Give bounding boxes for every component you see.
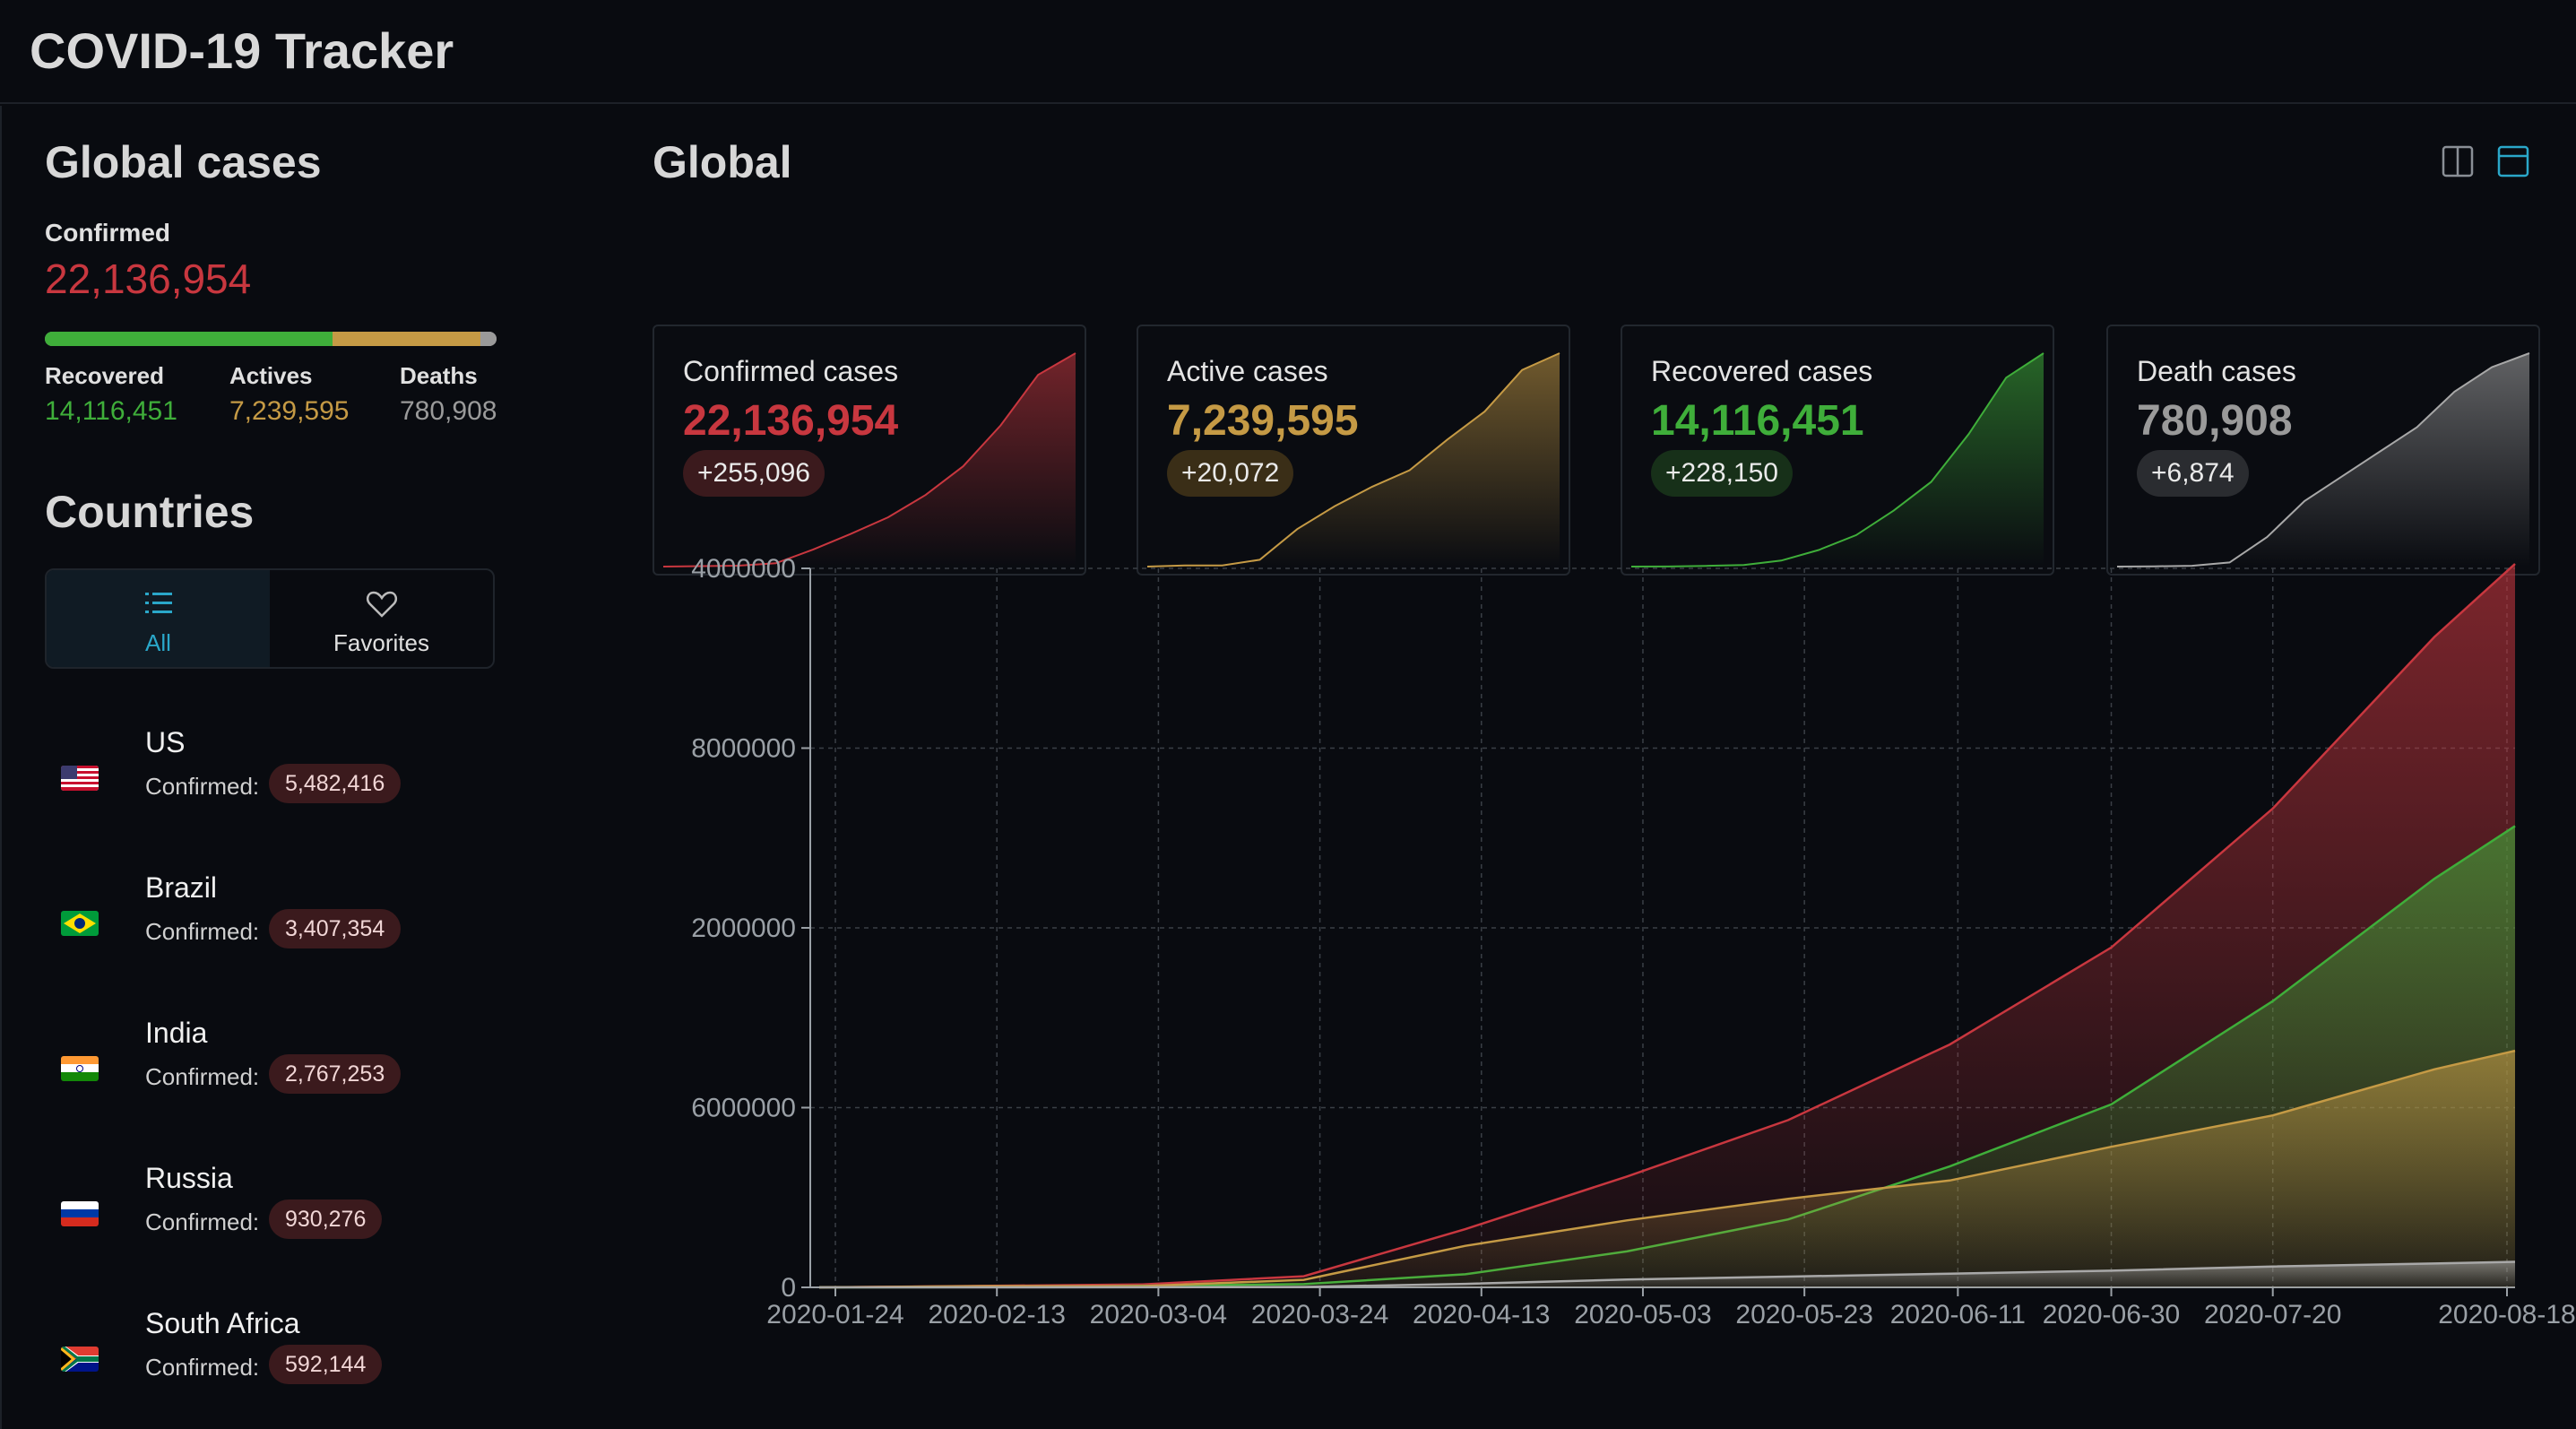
confirmed-label: Confirmed: (145, 1208, 260, 1235)
x-tick-label: 2020-07-20 (2204, 1300, 2341, 1329)
x-tick-label: 2020-05-03 (1574, 1300, 1711, 1329)
russia-flag-icon (61, 1201, 99, 1226)
deaths-value: 780,908 (400, 396, 497, 426)
global-cases-chart: 4000000 8000000 2000000 6000000 02020-01-24 2… (691, 554, 2576, 1329)
country-name: India (145, 1017, 208, 1049)
tab-favorites[interactable]: Favorites (270, 570, 493, 667)
tab-favorites-label: Favorites (333, 629, 429, 656)
x-tick-label: 2020-08-18 (2438, 1300, 2575, 1329)
x-tick-label: 2020-04-13 (1413, 1300, 1550, 1329)
country-name: Brazil (145, 871, 218, 904)
top-bar: COVID-19 Tracker (0, 0, 2576, 104)
actives-label: Actives (229, 362, 313, 389)
card-value: 22,136,954 (683, 397, 899, 445)
confirmed-label: Confirmed: (145, 1354, 260, 1381)
card-title: Recovered cases (1651, 355, 1873, 387)
confirmed-badge: 3,407,354 (269, 909, 402, 948)
progress-recovered-segment (45, 332, 333, 346)
x-tick-label: 2020-05-23 (1735, 1300, 1872, 1329)
confirmed-label: Confirmed: (145, 773, 260, 800)
country-name: South Africa (145, 1307, 300, 1339)
progress-active-segment (333, 332, 481, 346)
confirmed-badge: 930,276 (269, 1199, 383, 1239)
confirmed-label: Confirmed: (145, 918, 260, 945)
recovered-value: 14,116,451 (45, 396, 177, 426)
cases-progress-bar (45, 332, 497, 346)
india-flag-icon (61, 1056, 99, 1081)
split-layout-icon[interactable] (2442, 145, 2474, 178)
country-name: Russia (145, 1162, 233, 1194)
card-title: Active cases (1167, 355, 1328, 387)
tab-all-label: All (145, 629, 171, 656)
card-title: Confirmed cases (683, 355, 899, 387)
x-tick-label: 2020-02-13 (928, 1300, 1065, 1329)
y-tick-label: 4000000 (691, 554, 796, 584)
confirmed-badge: 2,767,253 (269, 1054, 402, 1094)
country-item-india[interactable]: India Confirmed: 2,767,253 (45, 1017, 583, 1133)
card-value: 7,239,595 (1167, 397, 1359, 445)
country-item-brazil[interactable]: Brazil Confirmed: 3,407,354 (45, 871, 583, 988)
country-item-us[interactable]: US Confirmed: 5,482,416 (45, 726, 583, 843)
countries-title: Countries (45, 487, 255, 537)
y-tick-label: 2000000 (691, 914, 796, 943)
confirmed-label: Confirmed: (145, 1063, 260, 1090)
brazil-flag-icon (61, 911, 99, 936)
list-icon (47, 590, 270, 622)
us-flag-icon (61, 766, 99, 791)
card-title: Death cases (2137, 355, 2296, 387)
actives-value: 7,239,595 (229, 396, 350, 426)
recovered-label: Recovered (45, 362, 164, 389)
stacked-layout-icon[interactable] (2497, 145, 2529, 178)
y-tick-label: 8000000 (691, 734, 796, 764)
confirmed-label: Confirmed (45, 219, 170, 247)
confirmed-value: 22,136,954 (45, 255, 252, 302)
country-item-south-africa[interactable]: South Africa Confirmed: 592,144 (45, 1307, 583, 1424)
x-tick-label: 2020-06-30 (2043, 1300, 2180, 1329)
card-delta-badge: +6,874 (2137, 450, 2249, 497)
global-cases-title: Global cases (45, 137, 322, 187)
south-africa-flag-icon (61, 1347, 99, 1372)
card-delta-badge: +255,096 (683, 450, 825, 497)
card-value: 14,116,451 (1651, 397, 1864, 445)
deaths-label: Deaths (400, 362, 478, 389)
card-delta-badge: +20,072 (1167, 450, 1294, 497)
card-value: 780,908 (2137, 397, 2293, 445)
y-tick-label: 0 (781, 1273, 796, 1303)
x-tick-label: 2020-06-11 (1890, 1300, 2026, 1329)
x-tick-label: 2020-03-04 (1090, 1300, 1227, 1329)
card-delta-badge: +228,150 (1651, 450, 1793, 497)
progress-deaths-segment (480, 332, 497, 346)
country-name: US (145, 726, 186, 758)
sidebar: Global cases Confirmed 22,136,954 Recove… (0, 106, 609, 1429)
app-title: COVID-19 Tracker (30, 22, 454, 79)
country-item-russia[interactable]: Russia Confirmed: 930,276 (45, 1162, 583, 1278)
confirmed-badge: 5,482,416 (269, 764, 402, 803)
x-tick-label: 2020-03-24 (1251, 1300, 1388, 1329)
heart-icon (270, 590, 493, 624)
tab-all[interactable]: All (47, 570, 270, 667)
confirmed-badge: 592,144 (269, 1345, 383, 1384)
y-tick-label: 6000000 (691, 1094, 796, 1123)
countries-tabs: All Favorites (45, 568, 495, 669)
global-title: Global (653, 137, 792, 187)
x-tick-label: 2020-01-24 (766, 1300, 903, 1329)
